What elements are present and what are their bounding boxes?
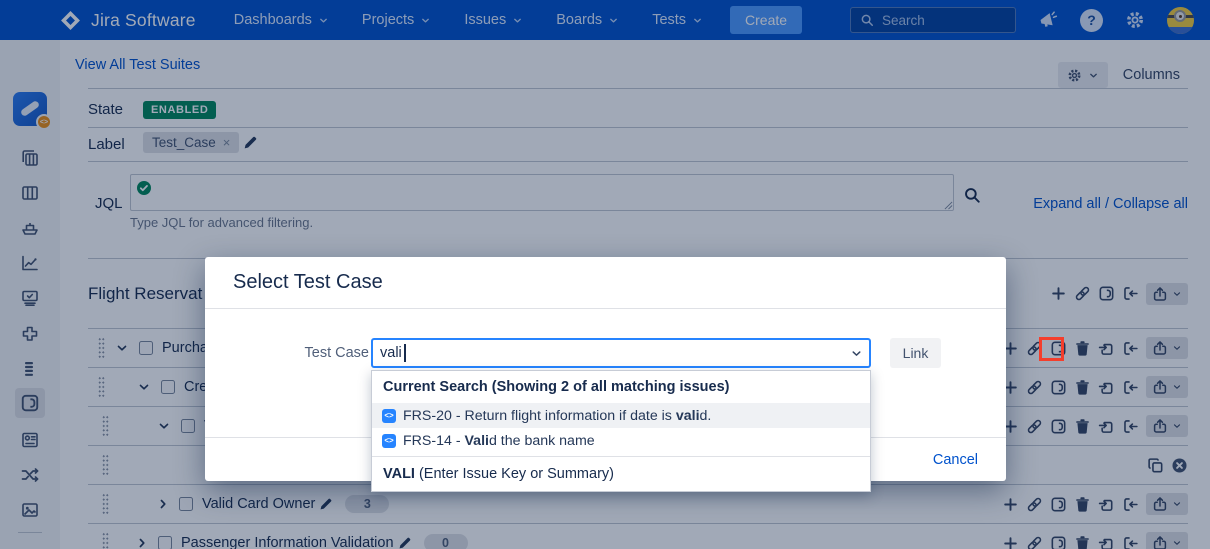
cancel-button[interactable]: Cancel (933, 452, 978, 468)
test-case-field-label: Test Case (205, 345, 369, 361)
dropdown-option[interactable]: <> FRS-20 - Return flight information if… (372, 403, 870, 428)
dropdown-manual-entry[interactable]: VALI (Enter Issue Key or Summary) (372, 456, 870, 491)
link-button[interactable]: Link (890, 338, 941, 368)
test-case-field: Test Case Current Search (Showing 2 of a… (205, 338, 1006, 368)
select-test-case-modal: Select Test Case Test Case Current Searc… (205, 257, 1006, 481)
test-case-combobox: Current Search (Showing 2 of all matchin… (371, 338, 871, 368)
modal-header: Select Test Case (205, 257, 1006, 309)
modal-title: Select Test Case (233, 271, 383, 294)
click-annotation-box (1039, 337, 1064, 361)
dropdown-group-header: Current Search (Showing 2 of all matchin… (372, 371, 870, 403)
dropdown-option[interactable]: <> FRS-14 - Valid the bank name (372, 428, 870, 453)
test-case-type-icon: <> (382, 409, 396, 423)
test-case-input[interactable] (371, 338, 871, 368)
test-case-type-icon: <> (382, 434, 396, 448)
app-root: Jira Software Dashboards Projects Issues… (0, 0, 1210, 549)
text-caret (404, 344, 406, 362)
combobox-chevron-icon[interactable] (850, 347, 863, 360)
suggestions-dropdown: Current Search (Showing 2 of all matchin… (371, 370, 871, 492)
